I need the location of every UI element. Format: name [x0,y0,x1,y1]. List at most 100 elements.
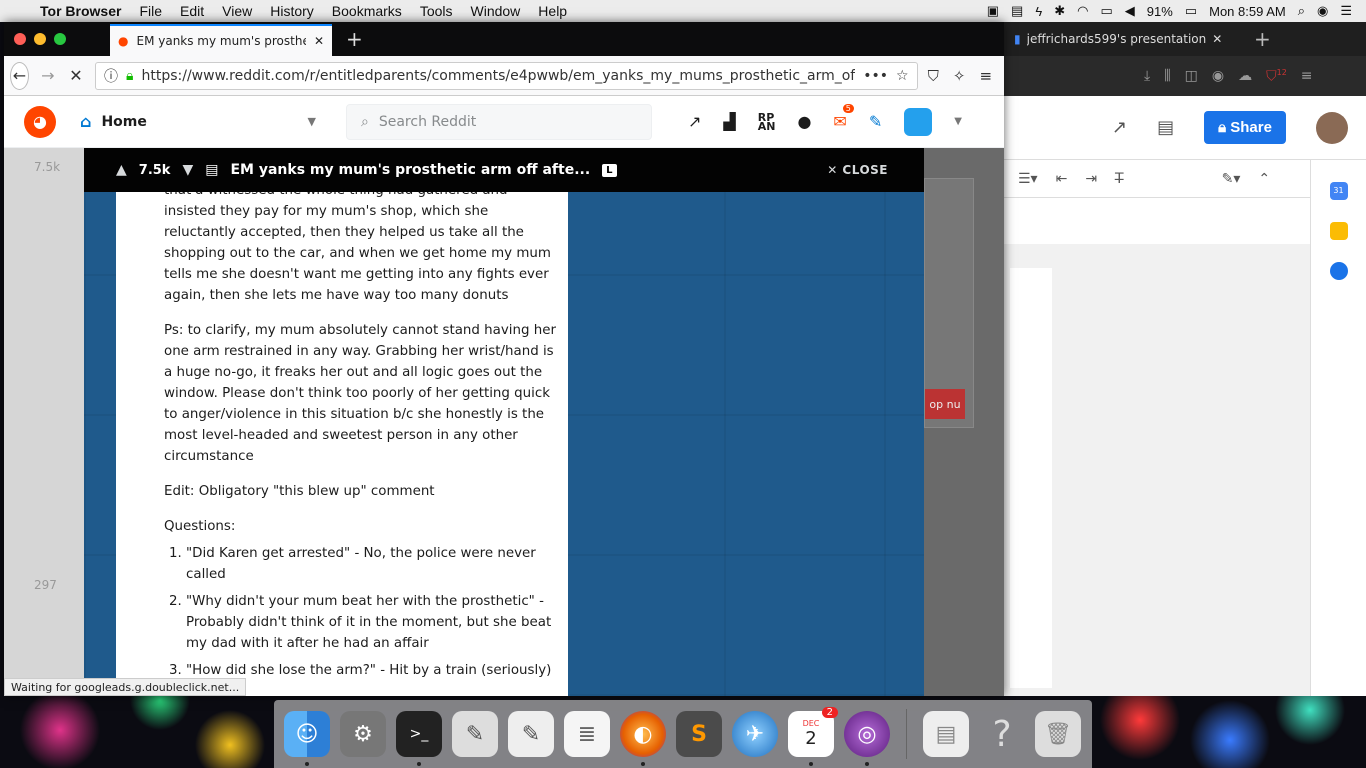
url-bar[interactable]: ⓘ 🔒︎ https://www.reddit.com/r/entitledpa… [95,61,918,90]
menu-view[interactable]: View [222,3,252,19]
menu-file[interactable]: File [139,3,162,19]
close-button[interactable]: ✕ CLOSE [827,163,888,177]
download-icon[interactable]: ⤓ [1144,68,1150,84]
hamburger-menu-icon[interactable]: ≡ [979,67,992,85]
activity-icon[interactable]: ↗ [1112,117,1127,138]
nav-bar: ← → ✕ ⓘ 🔒︎ https://www.reddit.com/r/enti… [4,56,1004,96]
chevron-down-icon[interactable]: ▼ [954,116,962,127]
system-preferences-icon[interactable]: ⚙ [340,711,386,757]
bluetooth-icon[interactable]: ✱ [1054,3,1065,19]
menu-help[interactable]: Help [538,3,567,19]
chevron-up-icon[interactable]: ⌃ [1258,171,1270,187]
calendar-icon[interactable]: 31 [1329,182,1348,200]
app-menu[interactable]: Tor Browser [40,3,121,19]
zoom-window-button[interactable] [54,33,66,45]
rpan-icon[interactable]: RP AN [758,112,776,132]
bg-tab[interactable]: ▮ jeffrichards599's presentation ✕ [1014,32,1234,46]
volume-icon[interactable]: ◀ [1125,3,1135,19]
notification-center-icon[interactable]: ☰ [1340,3,1352,19]
ad-cta[interactable]: op nu [925,389,965,419]
search-input[interactable]: ⌕ Search Reddit [346,103,652,140]
ublock-icon[interactable]: ⛉12 [1266,68,1287,85]
downvote-icon[interactable]: ▼ [182,162,193,178]
menu-tools[interactable]: Tools [420,3,453,19]
airplay-icon[interactable]: ▭ [1100,3,1112,19]
minimize-window-button[interactable] [34,33,46,45]
popular-icon[interactable]: ↗ [688,112,701,131]
shield-icon[interactable]: ⛉ [928,67,939,85]
bulleted-list-icon[interactable]: ☰▾ [1018,171,1038,187]
close-icon[interactable]: ✕ [1212,32,1222,46]
help-icon[interactable]: ? [979,711,1025,757]
menu-history[interactable]: History [270,3,314,19]
upvote-icon[interactable]: ▲ [116,162,127,178]
list-item: "Did Karen get arrested" - No, the polic… [186,543,558,585]
library-icon[interactable]: ⫼ [1164,68,1170,84]
extension-icon[interactable]: ☁ [1238,68,1252,84]
finder-icon[interactable]: ☺ [284,711,330,766]
spotlight-icon[interactable]: ⌕ [1298,3,1305,19]
network-globe-icon[interactable]: ✈ [732,711,778,757]
tor-browser-window: ● EM yanks my mum's prosthetic ✕ + ← → ✕… [4,22,1004,696]
terminal-icon[interactable]: >_ [396,711,442,766]
pen-icon[interactable]: ✎▾ [1222,171,1241,187]
all-icon[interactable]: ▟ [723,112,735,131]
increase-indent-icon[interactable]: ⇥ [1085,171,1097,187]
new-tab-icon[interactable]: + [1254,27,1271,51]
wifi-icon[interactable]: ◠ [1077,3,1088,19]
slide-page[interactable] [1010,268,1052,688]
menu-icon[interactable]: ≡ [1301,68,1313,84]
tor-circuit-icon[interactable]: ✧ [953,67,966,85]
tasks-icon[interactable] [1329,262,1348,280]
battery-percent[interactable]: 91% [1147,4,1173,19]
url-text[interactable]: https://www.reddit.com/r/entitledparents… [141,68,855,84]
script-editor-icon[interactable]: ✎ [452,711,498,757]
page-actions-icon[interactable]: ••• [863,68,888,84]
share-button[interactable]: 🔒︎ Share [1204,111,1286,144]
avatar[interactable] [1315,111,1348,144]
create-post-icon[interactable]: ✎ [869,112,882,131]
sidebar-icon[interactable]: ◫ [1185,68,1198,84]
downloads-stack-icon[interactable]: ▤ [923,711,969,757]
bolt-icon[interactable]: ϟ [1035,4,1042,19]
tab-active[interactable]: ● EM yanks my mum's prosthetic ✕ [110,24,332,56]
close-icon[interactable]: ✕ [314,34,324,48]
close-icon: ✕ [827,163,843,177]
comment-icon[interactable]: ▤ [1157,117,1174,138]
bookmark-star-icon[interactable]: ☆ [896,68,909,84]
tab-bar: ● EM yanks my mum's prosthetic ✕ + [4,22,1004,56]
back-button[interactable]: ← [10,61,29,90]
chat-icon[interactable]: ● [797,112,811,131]
drive-icon[interactable]: ▤ [1011,3,1023,19]
close-window-button[interactable] [14,33,26,45]
home-dropdown[interactable]: ⌂ Home ▼ [68,112,316,131]
reddit-header: ◕ ⌂ Home ▼ ⌕ Search Reddit ↗ ▟ RP AN ● ✉ 5… [4,96,1004,148]
sublime-text-icon[interactable]: S [676,711,722,757]
clear-formatting-icon[interactable]: T̶ [1115,171,1124,187]
avatar[interactable] [904,107,933,136]
stop-button[interactable]: ✕ [67,62,85,90]
firefox-icon[interactable]: ◐ [620,711,666,766]
running-indicator [809,762,813,766]
info-icon[interactable]: ⓘ [104,66,118,86]
calendar-icon[interactable]: DEC 2 2 [788,707,838,766]
siri-icon[interactable]: ◉ [1317,3,1328,19]
new-tab-icon[interactable]: + [346,27,363,51]
inbox-icon[interactable]: ✉ 5 [833,104,854,131]
menu-edit[interactable]: Edit [180,3,204,19]
forward-button[interactable]: → [39,62,57,90]
keep-icon[interactable] [1329,222,1348,240]
slide-canvas [1004,244,1310,696]
decrease-indent-icon[interactable]: ⇤ [1056,171,1068,187]
menu-bookmarks[interactable]: Bookmarks [332,3,402,19]
trash-icon[interactable]: 🗑︎ [1035,711,1081,757]
sidebar-ad[interactable]: op nu [924,178,974,428]
reddit-logo-icon[interactable]: ◕ [24,105,56,138]
menubar-clock[interactable]: Mon 8:59 AM [1209,4,1286,19]
textedit-icon[interactable]: ≣ [564,711,610,757]
cube-icon[interactable]: ▣ [987,3,999,19]
menu-window[interactable]: Window [471,3,521,19]
notes-editor-icon[interactable]: ✎ [508,711,554,757]
tor-browser-icon[interactable]: ◎ [844,711,890,766]
account-icon[interactable]: ◉ [1212,68,1224,84]
